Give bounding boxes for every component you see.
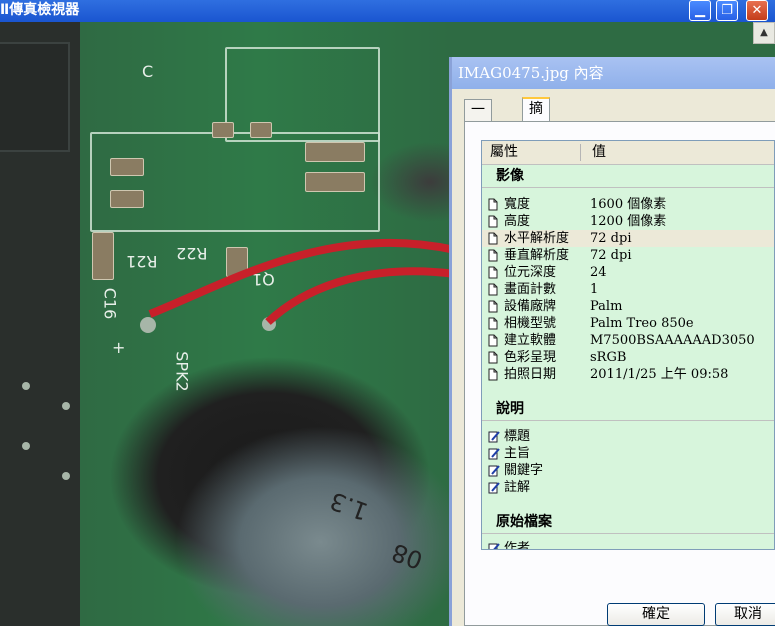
ok-button[interactable]: 確定 <box>607 603 705 626</box>
property-name: 拍照日期 <box>504 367 557 382</box>
minimize-button[interactable]: ▁ <box>689 0 711 21</box>
property-value: 2011/1/25 上午 09:58 <box>590 367 729 382</box>
section-origin: 原始檔案 <box>482 511 774 534</box>
scroll-up-button[interactable]: ▲ <box>753 22 775 44</box>
document-icon <box>488 266 498 279</box>
property-name: 作者 <box>504 541 531 550</box>
property-name: 相機型號 <box>504 316 557 331</box>
property-row[interactable]: 拍照日期 2011/1/25 上午 09:58 <box>482 366 774 383</box>
main-window-title: Ⅱ傳真檢視器 <box>0 2 80 18</box>
section-divider <box>482 533 774 534</box>
edit-icon <box>488 542 500 549</box>
property-row[interactable]: 標題 <box>482 428 774 445</box>
property-row[interactable]: 色彩呈現 sRGB <box>482 349 774 366</box>
property-row[interactable]: 建立軟體 M7500BSAAAAAAD3050 <box>482 332 774 349</box>
property-name: 畫面計數 <box>504 282 557 297</box>
property-row[interactable]: 作者 <box>482 540 774 550</box>
property-name: 色彩呈現 <box>504 350 557 365</box>
property-row[interactable]: 註解 <box>482 479 774 496</box>
column-divider[interactable] <box>580 144 581 161</box>
list-header: 屬性 值 <box>482 141 774 165</box>
property-value: 1 <box>590 282 599 297</box>
property-value: Palm <box>590 299 623 314</box>
property-name: 關鍵字 <box>504 463 544 478</box>
section-label: 影像 <box>496 168 524 184</box>
property-list[interactable]: 屬性 值 影像 寬度 1600 個像素 高度 1200 個像素 水平解析度 72 dpi 垂… <box>481 140 775 550</box>
property-row[interactable]: 相機型號 Palm Treo 850e <box>482 315 774 332</box>
edit-icon <box>488 430 500 443</box>
property-value: 1200 個像素 <box>590 214 667 229</box>
document-icon <box>488 249 498 262</box>
edit-icon <box>488 447 500 460</box>
property-name: 主旨 <box>504 446 531 461</box>
property-value: Palm Treo 850e <box>590 316 694 331</box>
property-name: 標題 <box>504 429 531 444</box>
document-icon <box>488 300 498 313</box>
property-name: 垂直解析度 <box>504 248 570 263</box>
property-name: 水平解析度 <box>504 231 570 246</box>
property-name: 位元深度 <box>504 265 557 280</box>
close-button[interactable]: ✕ <box>746 0 768 21</box>
property-row[interactable]: 畫面計數 1 <box>482 281 774 298</box>
property-value: 72 dpi <box>590 231 632 246</box>
column-header-property[interactable]: 屬性 <box>490 141 518 163</box>
document-icon <box>488 351 498 364</box>
property-row[interactable]: 水平解析度 72 dpi <box>482 230 774 247</box>
red-wire <box>148 238 456 325</box>
section-divider <box>482 420 774 421</box>
section-label: 說明 <box>496 401 524 417</box>
property-row[interactable]: 寬度 1600 個像素 <box>482 196 774 213</box>
cancel-button[interactable]: 取消 <box>715 603 775 626</box>
tab-summary[interactable]: 摘要 <box>522 97 550 137</box>
section-description: 說明 <box>482 398 774 421</box>
edit-icon <box>488 481 500 494</box>
property-row[interactable]: 關鍵字 <box>482 462 774 479</box>
document-icon <box>488 317 498 330</box>
edit-icon <box>488 464 500 477</box>
tab-general[interactable]: 一般 <box>464 99 492 138</box>
property-row[interactable]: 垂直解析度 72 dpi <box>482 247 774 264</box>
maximize-button[interactable]: ❐ <box>716 0 738 21</box>
property-row[interactable]: 主旨 <box>482 445 774 462</box>
document-icon <box>488 368 498 381</box>
main-titlebar: Ⅱ傳真檢視器 ▁ ❐ ✕ <box>0 0 775 22</box>
document-icon <box>488 283 498 296</box>
property-value: 72 dpi <box>590 248 632 263</box>
property-name: 高度 <box>504 214 531 229</box>
document-icon <box>488 334 498 347</box>
property-row[interactable]: 設備廠牌 Palm <box>482 298 774 315</box>
section-label: 原始檔案 <box>496 514 552 530</box>
property-row[interactable]: 位元深度 24 <box>482 264 774 281</box>
property-value: 1600 個像素 <box>590 197 667 212</box>
property-name: 寬度 <box>504 197 531 212</box>
document-icon <box>488 215 498 228</box>
property-name: 設備廠牌 <box>504 299 557 314</box>
section-image: 影像 <box>482 165 774 188</box>
property-value: sRGB <box>590 350 627 365</box>
property-value: M7500BSAAAAAAD3050 <box>590 333 755 348</box>
property-row[interactable]: 高度 1200 個像素 <box>482 213 774 230</box>
property-name: 註解 <box>504 480 531 495</box>
column-header-value[interactable]: 值 <box>592 141 606 163</box>
document-icon <box>488 232 498 245</box>
dialog-title: IMAG0475.jpg 內容 <box>452 57 775 89</box>
document-icon <box>488 198 498 211</box>
property-value: 24 <box>590 265 607 280</box>
property-name: 建立軟體 <box>504 333 557 348</box>
section-divider <box>482 187 774 188</box>
